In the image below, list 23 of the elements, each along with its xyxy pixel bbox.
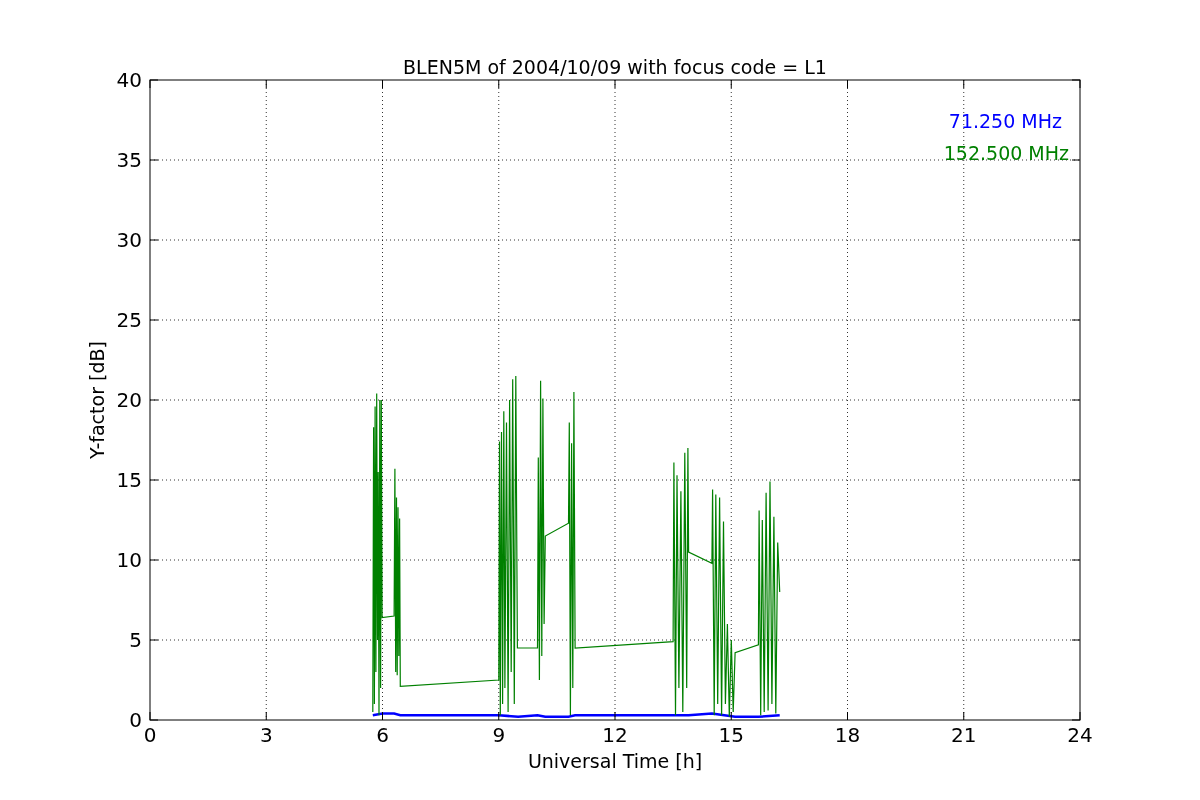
y-tick-label: 30 [116,228,142,252]
x-tick-label: 15 [718,723,744,747]
x-tick-label: 21 [951,723,977,747]
y-tick-label: 20 [116,388,142,412]
y-tick-label: 25 [116,308,142,332]
y-axis-label: Y-factor [dB] [86,341,108,459]
x-tick-label: 24 [1067,723,1093,747]
legend-label: 71.250 MHz [948,110,1062,132]
chart-title: BLEN5M of 2004/10/09 with focus code = L1 [403,56,827,78]
y-tick-label: 10 [116,548,142,572]
x-tick-label: 18 [834,723,861,747]
x-tick-label: 3 [259,723,273,747]
y-tick-label: 40 [116,68,142,92]
x-tick-label: 6 [376,723,389,747]
y-tick-label: 5 [129,628,142,652]
x-tick-label: 12 [602,723,628,747]
x-axis-label: Universal Time [h] [527,750,703,772]
y-tick-label: 15 [116,468,142,492]
y-tick-label: 35 [116,148,142,172]
legend-label: 152.500 MHz [943,142,1069,164]
x-tick-label: 9 [492,723,506,747]
y-tick-label: 0 [129,708,142,732]
x-tick-label: 0 [143,723,157,747]
